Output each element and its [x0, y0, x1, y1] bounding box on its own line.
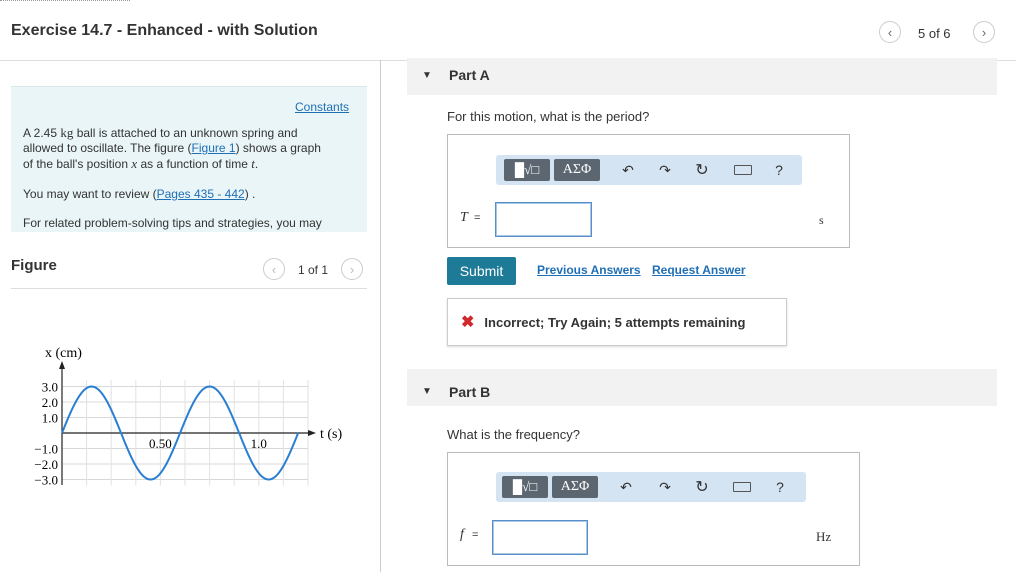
figure-link[interactable]: Figure 1 — [192, 141, 236, 155]
problem-text-part: allowed to oscillate. The figure ( — [23, 141, 192, 155]
template-button[interactable]: █√□ — [504, 159, 550, 181]
collapse-triangle-icon: ▼ — [422, 70, 432, 81]
collapse-triangle-icon: ▼ — [422, 386, 432, 397]
part-a-question: For this motion, what is the period? — [447, 109, 650, 124]
x-tick-label: 1.0 — [251, 436, 267, 451]
y-tick-label: −3.0 — [34, 473, 58, 488]
next-figure-button[interactable]: › — [341, 258, 363, 280]
frequency-variable: f — [460, 527, 464, 542]
position-time-graph: x (cm)t (s)3.02.01.0−1.0−2.0−3.00.50 1.0 — [34, 346, 342, 488]
review-text-part: You may want to review ( — [23, 187, 157, 201]
x-axis-label: t (s) — [320, 427, 343, 442]
problem-text: A 2.45 kg ball is attached to an unknown… — [23, 125, 363, 172]
y-axis-arrow — [59, 361, 65, 369]
x-tick-label: 0.50 — [149, 436, 172, 451]
period-unit: s — [819, 213, 824, 227]
figure-divider — [11, 288, 367, 289]
help-button[interactable]: ? — [772, 472, 788, 502]
feedback-text: Incorrect; Try Again; 5 attempts remaini… — [484, 314, 746, 330]
problem-statement-panel: Constants A 2.45 kg ball is attached to … — [11, 86, 367, 232]
period-input[interactable] — [495, 202, 592, 237]
figure-pager-text: 1 of 1 — [298, 263, 329, 277]
y-axis-label: x (cm) — [45, 346, 82, 361]
chevron-right-icon: › — [981, 24, 987, 40]
equals-sign: = — [472, 529, 479, 541]
chevron-left-icon: ‹ — [271, 261, 277, 277]
review-text: You may want to review (Pages 435 - 442)… — [23, 187, 255, 202]
error-x-icon: ✖ — [461, 314, 475, 331]
y-tick-label: −2.0 — [34, 457, 58, 472]
constants-link[interactable]: Constants — [295, 100, 349, 114]
problem-text-part: ball is attached to an unknown spring an… — [73, 126, 298, 140]
greek-button[interactable]: ΑΣΦ — [554, 159, 600, 181]
keyboard-icon[interactable] — [731, 472, 753, 502]
reset-icon[interactable]: ↻ — [692, 472, 712, 502]
period-variable: T — [460, 210, 468, 225]
submit-button[interactable]: Submit — [447, 257, 516, 285]
chevron-left-icon: ‹ — [887, 24, 893, 40]
tips-text: For related problem-solving tips and str… — [23, 216, 322, 230]
mass-unit: kg — [60, 125, 74, 140]
undo-icon[interactable]: ↶ — [618, 155, 638, 185]
part-b-math-toolbar: █√□ ΑΣΦ ↶ ↷ ↻ ? — [496, 472, 806, 502]
part-a-title: Part A — [449, 67, 490, 83]
x-axis-arrow — [308, 430, 316, 436]
y-tick-label: 1.0 — [42, 411, 58, 426]
part-a-math-toolbar: █√□ ΑΣΦ ↶ ↷ ↻ ? — [496, 155, 802, 185]
part-a-answer-box: █√□ ΑΣΦ ↶ ↷ ↻ ? T = s — [447, 134, 850, 248]
frequency-unit: Hz — [816, 529, 832, 544]
problem-text-part: A 2.45 — [23, 126, 61, 140]
keyboard-icon[interactable] — [732, 155, 754, 185]
prev-exercise-button[interactable]: ‹ — [879, 21, 901, 43]
greek-button[interactable]: ΑΣΦ — [552, 476, 598, 498]
next-exercise-button[interactable]: › — [973, 21, 995, 43]
part-a-header[interactable]: ▼ Part A — [407, 58, 997, 95]
redo-icon[interactable]: ↷ — [655, 472, 675, 502]
problem-text-part: of the ball's position — [23, 157, 132, 171]
problem-text-part: ) shows a graph — [235, 141, 321, 155]
templates-icon: █√□ — [512, 479, 538, 494]
part-b-title: Part B — [449, 384, 491, 400]
top-breadcrumb-rule — [0, 0, 130, 2]
undo-icon[interactable]: ↶ — [616, 472, 636, 502]
pane-divider — [380, 60, 381, 572]
previous-answers-link[interactable]: Previous Answers — [537, 263, 641, 277]
chart-marks: x (cm)t (s)3.02.01.0−1.0−2.0−3.00.50 1.0 — [34, 346, 342, 488]
figure-heading: Figure — [11, 257, 57, 274]
equals-sign: = — [474, 212, 481, 224]
review-text-part: ) . — [244, 187, 256, 201]
help-button[interactable]: ? — [771, 155, 787, 185]
pages-link[interactable]: Pages 435 - 442 — [157, 187, 245, 201]
templates-icon: █√□ — [514, 162, 540, 177]
chart-axes — [59, 361, 316, 486]
feedback-message: ✖ Incorrect; Try Again; 5 attempts remai… — [447, 298, 787, 346]
reset-icon[interactable]: ↻ — [692, 155, 712, 185]
frequency-input[interactable] — [492, 520, 588, 555]
y-tick-label: −1.0 — [34, 442, 58, 457]
exercise-pager-text: 5 of 6 — [918, 26, 951, 41]
redo-icon[interactable]: ↷ — [655, 155, 675, 185]
prev-figure-button[interactable]: ‹ — [263, 258, 285, 280]
part-b-question: What is the frequency? — [447, 427, 580, 442]
request-answer-link[interactable]: Request Answer — [652, 263, 746, 277]
y-tick-label: 3.0 — [42, 380, 58, 395]
problem-text-part: as a function of time — [137, 157, 252, 171]
template-button[interactable]: █√□ — [502, 476, 548, 498]
chevron-right-icon: › — [349, 261, 355, 277]
problem-text-part: . — [254, 157, 259, 171]
part-b-answer-box: █√□ ΑΣΦ ↶ ↷ ↻ ? f = Hz — [447, 452, 860, 566]
part-b-header[interactable]: ▼ Part B — [407, 369, 997, 406]
y-tick-label: 2.0 — [42, 395, 58, 410]
exercise-title: Exercise 14.7 - Enhanced - with Solution — [11, 22, 318, 39]
